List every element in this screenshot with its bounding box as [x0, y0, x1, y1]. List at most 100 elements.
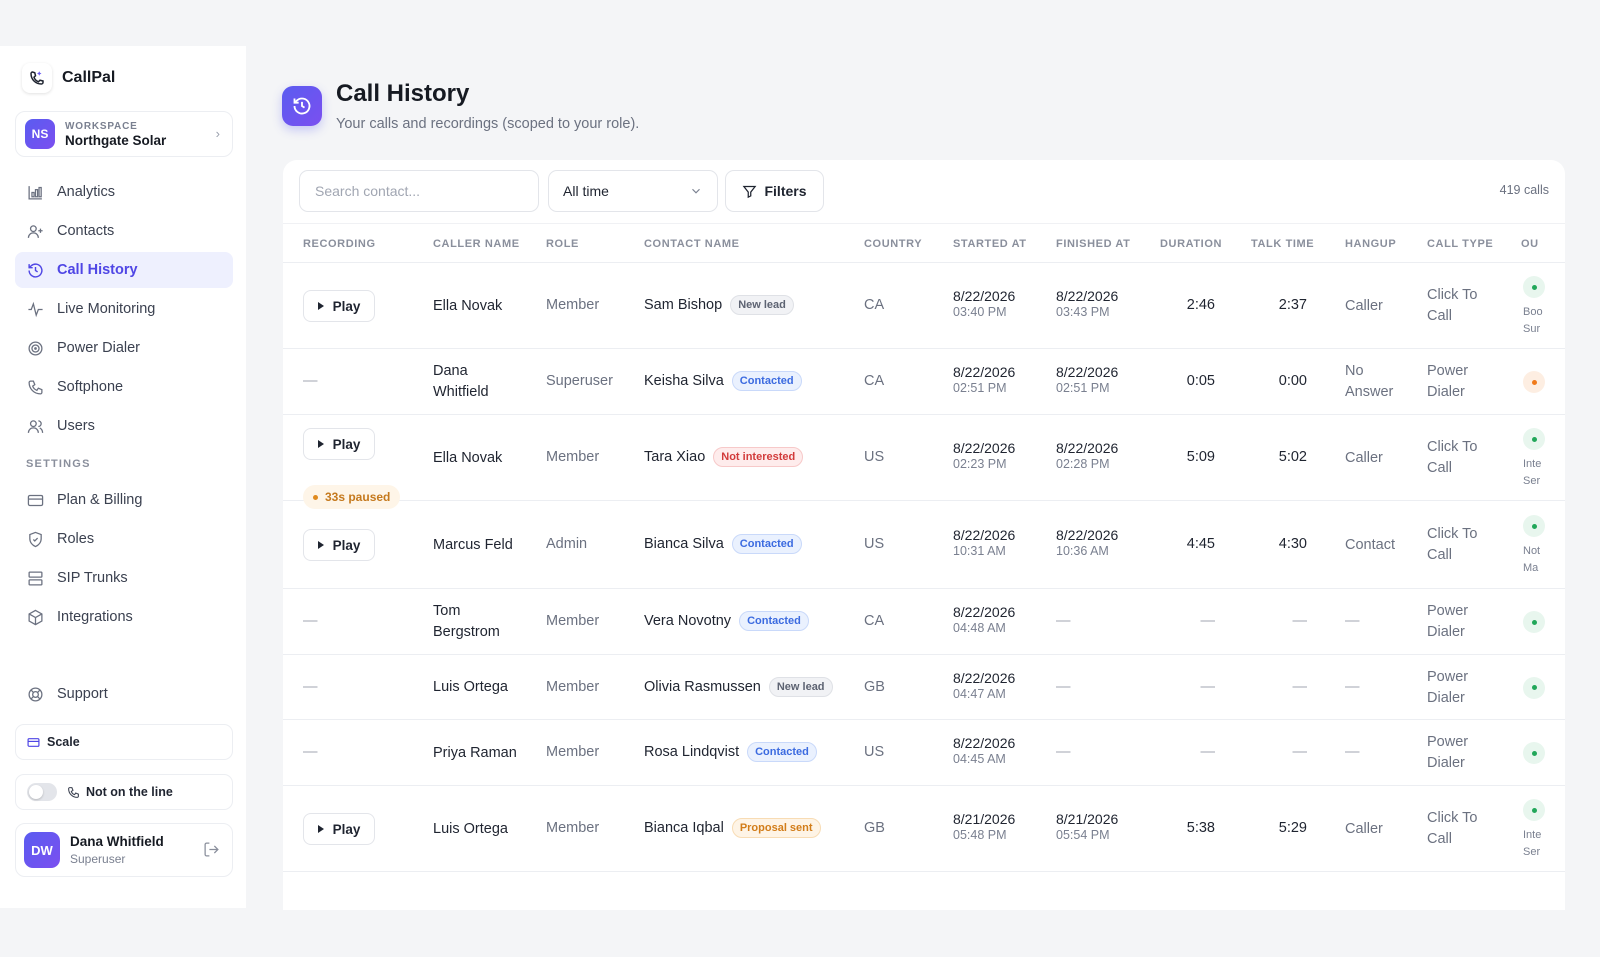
- call-type: Power Dialer: [1427, 667, 1468, 709]
- filters-label: Filters: [764, 183, 807, 199]
- brand[interactable]: CallPal: [22, 63, 115, 93]
- sidebar-item-softphone[interactable]: Softphone: [15, 369, 233, 405]
- column-header-role[interactable]: ROLE: [546, 238, 579, 250]
- contact-name[interactable]: Vera Novotny Contacted: [644, 611, 809, 631]
- talk-time: 5:29: [1278, 820, 1307, 836]
- table-row[interactable]: — Dana Whitfield Superuser Keisha Silva Conta…: [283, 349, 1565, 415]
- plan-badge[interactable]: Scale: [15, 724, 233, 760]
- settings-section-label: SETTINGS: [26, 458, 91, 470]
- column-header-finished-at[interactable]: FINISHED AT: [1056, 238, 1130, 250]
- history-icon: [26, 261, 44, 279]
- cell-line: Inte: [1523, 829, 1542, 841]
- column-header-call-type[interactable]: CALL TYPE: [1427, 238, 1493, 250]
- user-card[interactable]: DW Dana Whitfield Superuser: [15, 823, 233, 877]
- caller-name: Ella Novak: [433, 296, 502, 317]
- finished-at: 8/22/2026 03:43 PM: [1056, 288, 1118, 319]
- cell-line: Power: [1427, 734, 1469, 750]
- cell-line: Call: [1427, 460, 1452, 476]
- table-row[interactable]: — Tom Bergstrom Member Vera Novotny Contacted…: [283, 589, 1565, 655]
- sidebar-item-support[interactable]: Support: [15, 676, 233, 712]
- play-label: Play: [332, 298, 361, 314]
- cell-line: Dialer: [1427, 689, 1465, 706]
- table-row[interactable]: Play Marcus Feld Admin Bianca Silva Contacte…: [283, 501, 1565, 589]
- table-row[interactable]: Play Luis Ortega Member Bianca Iqbal Proposa…: [283, 786, 1565, 872]
- finished-time: 05:54 PM: [1056, 828, 1110, 842]
- sidebar-item-contacts[interactable]: Contacts: [15, 213, 233, 249]
- caller-name: Luis Ortega: [433, 677, 508, 698]
- outcome-status-icon: [1523, 515, 1545, 537]
- search-input[interactable]: [299, 170, 539, 212]
- sidebar-item-label: Live Monitoring: [57, 301, 156, 317]
- sidebar-item-plan-billing[interactable]: Plan & Billing: [15, 482, 233, 518]
- table-row[interactable]: Play 33s paused Ella Novak Member Tara Xiao N…: [283, 415, 1565, 509]
- table-header: RECORDING CALLER NAME ROLE CONTACT NAME COUN…: [283, 223, 1565, 263]
- country: CA: [864, 373, 885, 389]
- column-header-contact-name[interactable]: CONTACT NAME: [644, 238, 740, 250]
- started-at: 8/22/2026 10:31 AM: [953, 527, 1015, 558]
- play-recording-button[interactable]: Play: [303, 428, 375, 460]
- logout-icon[interactable]: [203, 841, 220, 858]
- sidebar-item-analytics[interactable]: Analytics: [15, 174, 233, 210]
- page-subtitle: Your calls and recordings (scoped to you…: [336, 116, 640, 132]
- status-dot-icon: [1531, 284, 1537, 290]
- table-row[interactable]: Play Ella Novak Member Sam Bishop New lead CA…: [283, 263, 1565, 349]
- user-role: Superuser: [70, 852, 126, 866]
- sidebar-item-call-history[interactable]: Call History: [15, 252, 233, 288]
- play-recording-button[interactable]: Play: [303, 813, 375, 845]
- cell-line: Dialer: [1427, 384, 1465, 400]
- filters-button[interactable]: Filters: [725, 170, 824, 212]
- started-at: 8/22/2026 02:23 PM: [953, 440, 1015, 471]
- sidebar-item-label: Integrations: [57, 609, 133, 625]
- play-recording-button[interactable]: Play: [303, 529, 375, 561]
- duration: 0:05: [1186, 373, 1215, 389]
- play-icon: [317, 825, 324, 833]
- caller-name: Priya Raman: [433, 743, 517, 764]
- sidebar-item-roles[interactable]: Roles: [15, 521, 233, 557]
- filter-icon: [742, 184, 757, 199]
- contact-name[interactable]: Sam Bishop New lead: [644, 295, 794, 315]
- sidebar-item-users[interactable]: Users: [15, 408, 233, 444]
- column-header-ou[interactable]: OU: [1521, 238, 1539, 250]
- started-at: 8/22/2026 03:40 PM: [953, 288, 1015, 319]
- contact-name[interactable]: Bianca Silva Contacted: [644, 534, 802, 554]
- sidebar-item-label: SIP Trunks: [57, 570, 128, 586]
- contact-name[interactable]: Rosa Lindqvist Contacted: [644, 742, 817, 762]
- play-recording-button[interactable]: Play: [303, 290, 375, 322]
- table-row[interactable]: — Luis Ortega Member Olivia Rasmussen New le…: [283, 655, 1565, 720]
- cell-line: No: [1345, 363, 1364, 379]
- user-plus-icon: [26, 222, 44, 240]
- sidebar-item-label: Analytics: [57, 184, 116, 200]
- sidebar-item-label: Users: [57, 418, 95, 434]
- cell-line: Call: [1427, 547, 1452, 563]
- hangup: Caller: [1345, 448, 1383, 469]
- started-time: 02:23 PM: [953, 457, 1007, 471]
- contact-name[interactable]: Keisha Silva Contacted: [644, 371, 802, 391]
- sidebar-item-live-monitoring[interactable]: Live Monitoring: [15, 291, 233, 327]
- table-row[interactable]: — Priya Raman Member Rosa Lindqvist Contacte…: [283, 720, 1565, 786]
- column-header-hangup[interactable]: HANGUP: [1345, 238, 1396, 250]
- sidebar-item-power-dialer[interactable]: Power Dialer: [15, 330, 233, 366]
- column-header-caller-name[interactable]: CALLER NAME: [433, 238, 520, 250]
- cell-line: Power: [1427, 363, 1469, 379]
- sidebar-item-integrations[interactable]: Integrations: [15, 599, 233, 635]
- contact-name[interactable]: Olivia Rasmussen New lead: [644, 676, 833, 697]
- contact-name[interactable]: Tara Xiao Not interested: [644, 447, 804, 467]
- column-header-recording[interactable]: RECORDING: [303, 238, 376, 250]
- cell-line: Ella Novak: [433, 297, 503, 314]
- contact-label: Keisha Silva: [644, 373, 724, 389]
- column-header-started-at[interactable]: STARTED AT: [953, 238, 1027, 250]
- cell-line: Power: [1427, 668, 1469, 685]
- column-header-duration[interactable]: DURATION: [1160, 238, 1222, 250]
- sidebar-item-sip-trunks[interactable]: SIP Trunks: [15, 560, 233, 596]
- contact-name[interactable]: Bianca Iqbal Proposal sent: [644, 818, 821, 838]
- cell-line: Boo: [1523, 306, 1543, 318]
- workspace-switcher[interactable]: NS WORKSPACE Northgate Solar ›: [15, 111, 233, 157]
- caller-name: Dana Whitfield: [433, 361, 489, 403]
- time-filter-select[interactable]: All time: [548, 170, 718, 212]
- finished-date: 8/22/2026: [1056, 440, 1119, 456]
- country: GB: [864, 820, 885, 836]
- cell-line: Marcus Feld: [433, 536, 513, 553]
- column-header-country[interactable]: COUNTRY: [864, 238, 922, 250]
- column-header-talk-time[interactable]: TALK TIME: [1251, 238, 1314, 250]
- availability-toggle[interactable]: [27, 783, 57, 801]
